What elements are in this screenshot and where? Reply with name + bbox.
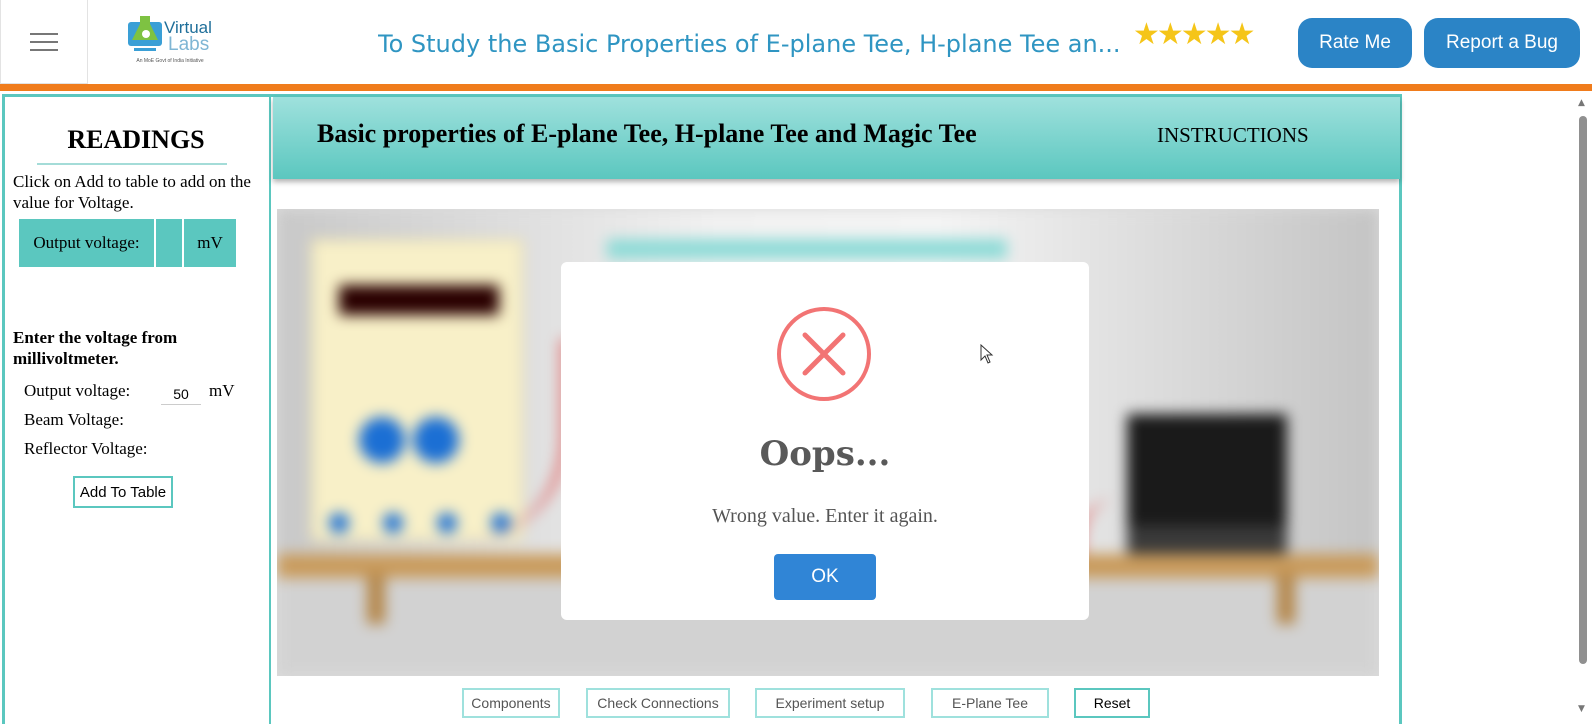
page-scrollbar[interactable]: ▲ ▼ <box>1574 94 1592 724</box>
scroll-up-icon[interactable]: ▲ <box>1578 98 1585 108</box>
dialog-title: Oops... <box>759 434 891 474</box>
error-dialog: Oops... Wrong value. Enter it again. OK <box>561 262 1089 620</box>
scrollbar-thumb[interactable] <box>1579 116 1587 664</box>
scroll-down-icon[interactable]: ▼ <box>1578 704 1585 714</box>
dialog-message: Wrong value. Enter it again. <box>712 505 938 527</box>
mouse-cursor-icon <box>980 344 994 364</box>
ok-button[interactable]: OK <box>774 554 876 600</box>
error-x-icon <box>777 307 871 401</box>
